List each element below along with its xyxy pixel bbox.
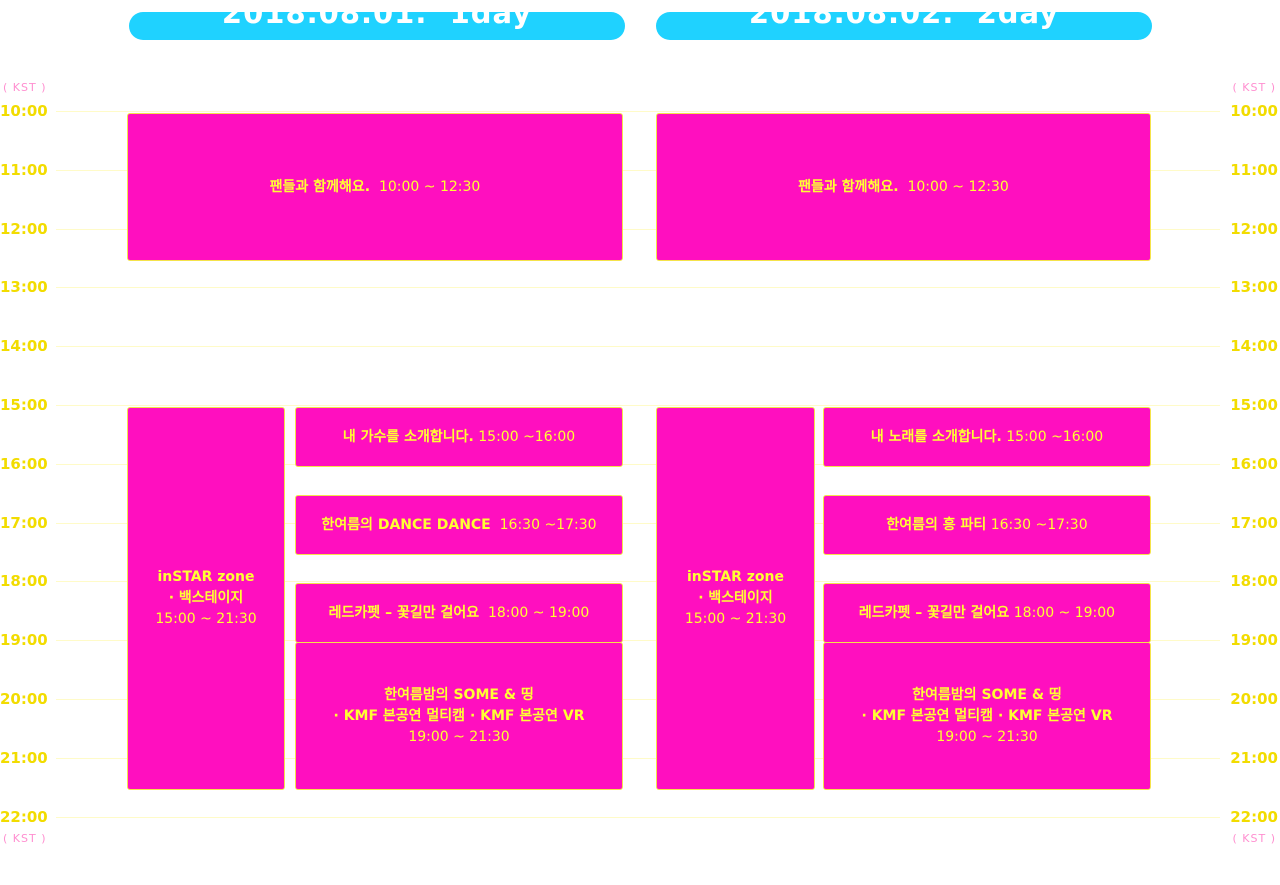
event-title: inSTAR zone <box>157 569 255 585</box>
hour-label-right: 17:00 <box>1230 514 1278 532</box>
event-title: 팬들과 함께해요. <box>798 178 899 195</box>
event-time: 15:00 ~16:00 <box>1001 428 1104 445</box>
event-title: · KMF 본공연 멀티캠 · KMF 본공연 VR <box>861 707 1113 724</box>
event-line: 팬들과 함께해요. 10:00 ~ 12:30 <box>270 177 481 198</box>
event-time: 19:00 ~ 21:30 <box>936 728 1038 745</box>
event-line: · 백스테이지 <box>698 588 773 609</box>
hour-label-right: 22:00 <box>1230 808 1278 826</box>
event-line: · 백스테이지 <box>169 588 244 609</box>
event-block-day1[interactable]: 내 가수를 소개합니다. 15:00 ~16:00 <box>295 407 623 467</box>
event-line: 19:00 ~ 21:30 <box>936 727 1037 748</box>
event-title: · KMF 본공연 멀티캠 · KMF 본공연 VR <box>333 707 585 724</box>
hour-label-right: 15:00 <box>1230 396 1278 414</box>
event-title: 내 노래를 소개합니다. <box>870 428 1002 445</box>
kst-label-bottom-right: ( KST ) <box>1232 832 1276 845</box>
hour-label-left: 13:00 <box>0 278 48 296</box>
event-block-day2[interactable]: inSTAR zone · 백스테이지 15:00 ~ 21:30 <box>656 407 815 790</box>
day-header-1-text: 2018.08.01. 1day <box>221 12 533 30</box>
event-time: 18:00 ~ 19:00 <box>1009 604 1116 621</box>
event-time: 15:00 ~16:00 <box>473 428 576 445</box>
event-line: 15:00 ~ 21:30 <box>685 609 786 630</box>
hour-gridline <box>56 346 1220 347</box>
event-line: 내 노래를 소개합니다. 15:00 ~16:00 <box>871 427 1103 448</box>
event-line: 한여름밤의 SOME & 띵 <box>912 685 1062 706</box>
event-line: 한여름의 DANCE DANCE 16:30 ~17:30 <box>321 515 596 536</box>
hour-label-left: 21:00 <box>0 749 48 767</box>
event-block-day1[interactable]: inSTAR zone · 백스테이지 15:00 ~ 21:30 <box>127 407 285 790</box>
hour-gridline <box>56 817 1220 818</box>
event-line: inSTAR zone <box>157 567 254 588</box>
event-time: 15:00 ~ 21:30 <box>684 611 787 627</box>
event-block-day2[interactable]: 한여름의 흥 파티 16:30 ~17:30 <box>823 495 1151 555</box>
event-title: 내 가수를 소개합니다. <box>342 428 474 445</box>
event-title: · 백스테이지 <box>168 590 244 606</box>
hour-label-left: 20:00 <box>0 690 48 708</box>
event-block-day1[interactable]: 한여름의 DANCE DANCE 16:30 ~17:30 <box>295 495 623 555</box>
hour-label-left: 16:00 <box>0 455 48 473</box>
hour-label-left: 10:00 <box>0 102 48 120</box>
event-time: 10:00 ~ 12:30 <box>370 178 481 195</box>
hour-label-right: 12:00 <box>1230 220 1278 238</box>
hour-label-left: 14:00 <box>0 337 48 355</box>
event-title: 한여름의 흥 파티 <box>886 516 987 533</box>
event-line: 한여름밤의 SOME & 띵 <box>384 685 534 706</box>
day-header-2: 2018.08.02. 2day <box>656 12 1152 40</box>
event-line: 한여름의 흥 파티 16:30 ~17:30 <box>886 515 1087 536</box>
hour-label-left: 18:00 <box>0 572 48 590</box>
hour-gridline <box>56 405 1220 406</box>
event-line: 레드카펫 – 꽃길만 걸어요 18:00 ~ 19:00 <box>329 603 590 624</box>
hour-label-right: 20:00 <box>1230 690 1278 708</box>
hour-label-right: 14:00 <box>1230 337 1278 355</box>
day-header-2-text: 2018.08.02. 2day <box>748 12 1060 30</box>
event-title: 한여름밤의 SOME & 띵 <box>912 686 1062 703</box>
event-time: 19:00 ~ 21:30 <box>408 728 510 745</box>
event-line: 레드카펫 – 꽃길만 걸어요 18:00 ~ 19:00 <box>859 603 1115 624</box>
event-line: inSTAR zone <box>687 567 784 588</box>
event-line: · KMF 본공연 멀티캠 · KMF 본공연 VR <box>334 706 585 727</box>
kst-label-bottom-left: ( KST ) <box>3 832 47 845</box>
hour-label-right: 21:00 <box>1230 749 1278 767</box>
event-block-day1[interactable]: 레드카펫 – 꽃길만 걸어요 18:00 ~ 19:00 <box>295 583 623 643</box>
event-line: 19:00 ~ 21:30 <box>408 727 509 748</box>
event-block-day2[interactable]: 팬들과 함께해요. 10:00 ~ 12:30 <box>656 113 1151 261</box>
hour-gridline <box>56 111 1220 112</box>
hour-label-left: 15:00 <box>0 396 48 414</box>
event-time: 10:00 ~ 12:30 <box>898 178 1009 195</box>
event-title: 한여름의 DANCE DANCE <box>321 516 491 533</box>
event-title: 팬들과 함께해요. <box>269 178 371 195</box>
hour-label-left: 12:00 <box>0 220 48 238</box>
hour-label-right: 10:00 <box>1230 102 1278 120</box>
hour-label-right: 19:00 <box>1230 631 1278 649</box>
event-time: 15:00 ~ 21:30 <box>155 611 257 627</box>
hour-label-left: 19:00 <box>0 631 48 649</box>
event-time: 16:30 ~17:30 <box>490 516 597 533</box>
hour-label-left: 22:00 <box>0 808 48 826</box>
hour-label-left: 11:00 <box>0 161 48 179</box>
event-title: 레드카펫 – 꽃길만 걸어요 <box>328 604 480 621</box>
day-header-1: 2018.08.01. 1day <box>129 12 625 40</box>
event-time: 18:00 ~ 19:00 <box>479 604 590 621</box>
event-block-day2[interactable]: 한여름밤의 SOME & 띵 · KMF 본공연 멀티캠 · KMF 본공연 VR… <box>823 642 1151 790</box>
hour-label-right: 11:00 <box>1230 161 1278 179</box>
event-title: inSTAR zone <box>686 569 785 585</box>
hour-label-right: 18:00 <box>1230 572 1278 590</box>
kst-label-top-left: ( KST ) <box>3 81 47 94</box>
event-title: · 백스테이지 <box>698 590 773 606</box>
event-line: 팬들과 함께해요. 10:00 ~ 12:30 <box>798 177 1009 198</box>
event-line: 내 가수를 소개합니다. 15:00 ~16:00 <box>343 427 575 448</box>
event-title: 레드카펫 – 꽃길만 걸어요 <box>858 604 1010 621</box>
event-title: 한여름밤의 SOME & 띵 <box>384 686 534 703</box>
event-time: 16:30 ~17:30 <box>986 516 1088 533</box>
kst-label-top-right: ( KST ) <box>1232 81 1276 94</box>
hour-label-right: 16:00 <box>1230 455 1278 473</box>
event-block-day2[interactable]: 레드카펫 – 꽃길만 걸어요 18:00 ~ 19:00 <box>823 583 1151 643</box>
hour-gridline <box>56 287 1220 288</box>
event-block-day1[interactable]: 한여름밤의 SOME & 띵 · KMF 본공연 멀티캠 · KMF 본공연 VR… <box>295 642 623 790</box>
event-block-day1[interactable]: 팬들과 함께해요. 10:00 ~ 12:30 <box>127 113 623 261</box>
event-block-day2[interactable]: 내 노래를 소개합니다. 15:00 ~16:00 <box>823 407 1151 467</box>
hour-label-left: 17:00 <box>0 514 48 532</box>
event-line: 15:00 ~ 21:30 <box>155 609 256 630</box>
event-line: · KMF 본공연 멀티캠 · KMF 본공연 VR <box>862 706 1113 727</box>
hour-label-right: 13:00 <box>1230 278 1278 296</box>
